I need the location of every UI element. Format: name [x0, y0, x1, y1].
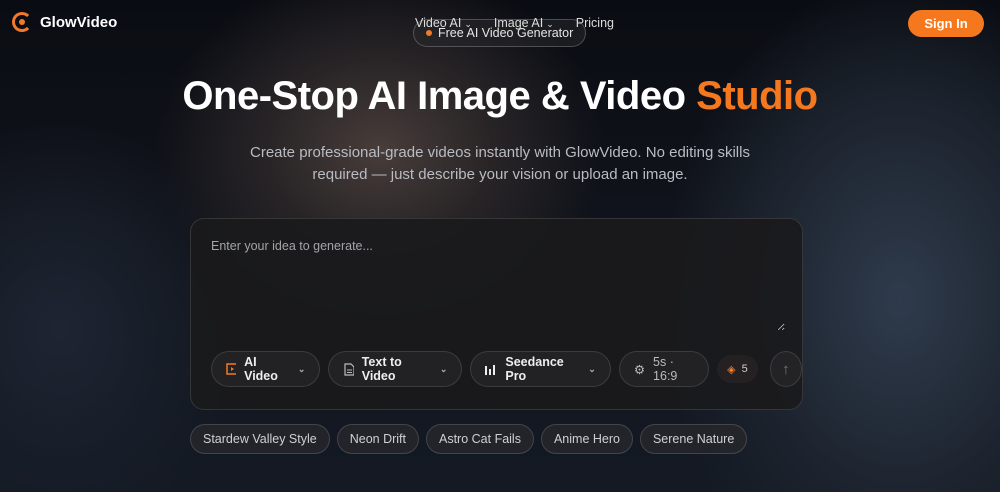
mode-select[interactable]: AI Video ⌄ [211, 351, 321, 387]
nav-label: Pricing [575, 16, 614, 30]
logo[interactable]: GlowVideo [12, 12, 117, 32]
nav-label: Video AI [415, 16, 462, 30]
credits-badge: ◈ 5 [717, 355, 758, 383]
gear-icon: ⚙ [633, 362, 646, 377]
chevron-down-icon: ⌄ [297, 363, 306, 374]
suggestion-chip[interactable]: Anime Hero [540, 424, 633, 454]
main-nav: Video AI ⌄ Image AI ⌄ Pricing [415, 16, 614, 30]
settings-label: 5s · 16:9 [653, 355, 678, 383]
suggestion-chip[interactable]: Serene Nature [639, 424, 748, 454]
prompt-card: AI Video ⌄ Text to Video ⌄ Seedance Pro ⌄ ⚙… [190, 218, 803, 410]
coins-icon: ◈ [727, 363, 736, 376]
prompt-toolbar: AI Video ⌄ Text to Video ⌄ Seedance Pro ⌄ ⚙… [211, 351, 802, 387]
model-select[interactable]: Seedance Pro ⌄ [470, 351, 611, 387]
page-title: One-Stop AI Image & Video Studio [0, 74, 1000, 119]
type-label: Text to Video [361, 355, 402, 383]
chevron-down-icon: ⌄ [464, 19, 472, 29]
type-select[interactable]: Text to Video ⌄ [328, 351, 463, 387]
chevron-down-icon: ⌄ [588, 363, 596, 374]
nav-pricing[interactable]: Pricing [576, 16, 614, 30]
brand-name: GlowVideo [40, 13, 118, 31]
arrow-up-icon: ↑ [782, 360, 790, 378]
model-label: Seedance Pro [505, 355, 564, 383]
bars-icon [485, 365, 498, 375]
suggestion-chips: Stardew Valley Style Neon Drift Astro Ca… [190, 424, 748, 454]
chevron-down-icon: ⌄ [439, 363, 448, 374]
mode-label: AI Video [244, 355, 278, 383]
chevron-down-icon: ⌄ [546, 19, 554, 29]
suggestion-chip[interactable]: Neon Drift [336, 424, 419, 454]
dot-icon [426, 30, 432, 36]
settings-button[interactable]: ⚙ 5s · 16:9 [618, 351, 710, 387]
logo-icon [12, 12, 32, 32]
hero-subtitle: Create professional-grade videos instant… [250, 144, 750, 183]
credits-count: 5 [741, 363, 748, 375]
submit-button[interactable]: ↑ [769, 351, 802, 387]
suggestion-chip[interactable]: Astro Cat Fails [426, 424, 534, 454]
suggestion-chip[interactable]: Stardew Valley Style [190, 424, 330, 454]
title-accent: Studio [696, 74, 818, 118]
video-icon [226, 363, 237, 375]
title-main: One-Stop AI Image & Video [182, 74, 686, 118]
nav-video-ai[interactable]: Video AI ⌄ [415, 16, 472, 30]
nav-label: Image AI [493, 16, 544, 30]
prompt-input[interactable] [211, 239, 785, 331]
sign-in-button[interactable]: Sign In [908, 10, 984, 37]
document-icon [344, 362, 354, 376]
nav-image-ai[interactable]: Image AI ⌄ [494, 16, 554, 30]
